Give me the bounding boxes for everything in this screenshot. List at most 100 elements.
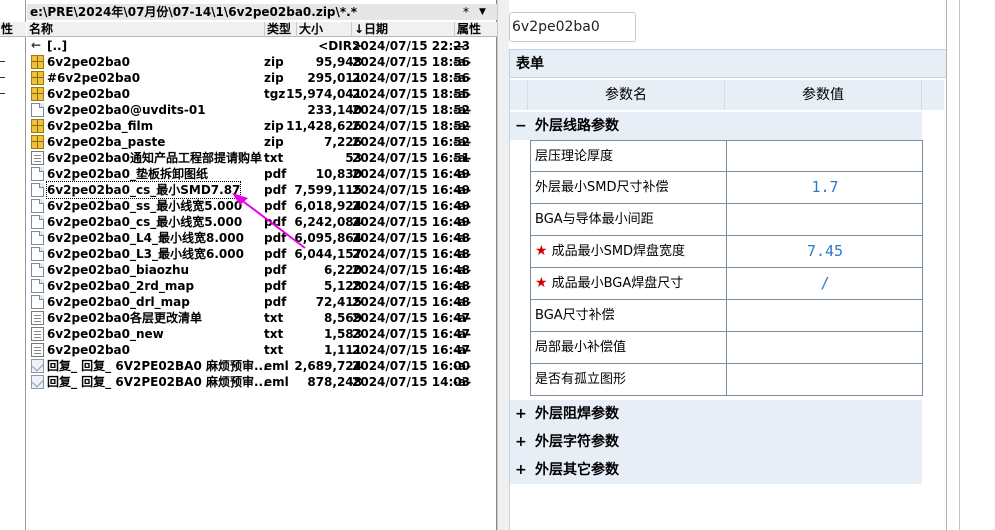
- param-row: BGA尺寸补偿: [530, 300, 923, 332]
- doc-icon: [31, 247, 44, 261]
- file-row[interactable]: 6v2pe02ba0_L4_最小线宽8.000 pdf 6,095,864 2024/…: [27, 230, 497, 246]
- doc-icon: [31, 103, 44, 117]
- header-selector-cell: [510, 80, 528, 110]
- file-row[interactable]: 6v2pe02ba0_ss_最小线宽5.000 pdf 6,018,924 2024/…: [27, 198, 497, 214]
- file-attr: -a-: [453, 199, 472, 213]
- file-name: 回复_ 回复_ 6V2PE02BA0 麻烦预审...: [47, 375, 268, 389]
- file-name: 6v2pe02ba0_L4_最小线宽8.000: [47, 231, 244, 245]
- doc-icon: [31, 263, 44, 277]
- column-header-size[interactable]: 大小: [297, 22, 352, 37]
- param-name: 局部最小补偿值: [535, 340, 627, 355]
- vertical-scrollbar[interactable]: [497, 0, 509, 530]
- zip-icon: [31, 87, 44, 101]
- file-row[interactable]: 回复_ 回复_ 6V2PE02BA0 麻烦预审... eml 2,689,724 20…: [27, 358, 497, 374]
- param-name: 是否有孤立图形: [535, 372, 627, 387]
- param-row: BGA与导体最小间距: [530, 204, 923, 236]
- file-size: 6,018,924: [294, 199, 362, 213]
- param-value-cell[interactable]: [727, 204, 923, 235]
- file-attr: -a-: [453, 119, 472, 133]
- file-row[interactable]: 6v2pe02ba_paste zip 7,226 2024/07/15 16:52-…: [27, 134, 497, 150]
- current-path: e:\PRE\2024年\07月份\07-14\1\6v2pe02ba0.zip…: [30, 5, 358, 19]
- param-value-cell[interactable]: [727, 364, 923, 395]
- left-pane-column-header[interactable]: 性: [0, 22, 26, 37]
- file-row[interactable]: 6v2pe02ba0 txt 1,111 2024/07/15 16:47 -a-: [27, 342, 497, 358]
- file-row[interactable]: 6v2pe02ba0_cs_最小SMD7.87 pdf 7,599,115 2024/…: [27, 181, 497, 199]
- header-param-value: 参数值: [725, 80, 922, 110]
- file-name: 6v2pe02ba0_ss_最小线宽5.000: [47, 199, 243, 213]
- file-attr: -a-: [453, 151, 472, 165]
- path-dropdown-icon[interactable]: ▼: [479, 4, 486, 20]
- file-attr: -a-: [453, 311, 472, 325]
- path-bar[interactable]: e:\PRE\2024年\07月份\07-14\1\6v2pe02ba0.zip…: [27, 4, 497, 20]
- file-size: 8,569: [324, 311, 362, 325]
- file-name: 6v2pe02ba0: [47, 343, 130, 357]
- column-header-type[interactable]: 类型: [265, 22, 297, 37]
- file-name: [..]: [47, 39, 68, 53]
- file-name: 6v2pe02ba0: [47, 55, 130, 69]
- file-row[interactable]: 6v2pe02ba0@uvdits-01 233,140 2024/07/15 18…: [27, 102, 497, 118]
- file-name: 6v2pe02ba0_biaozhu: [47, 263, 190, 277]
- file-row[interactable]: 6v2pe02ba0 zip 95,948 2024/07/15 18:56 -a-: [27, 54, 497, 70]
- collapse-icon[interactable]: −: [515, 112, 527, 140]
- param-value-cell[interactable]: [727, 332, 923, 363]
- column-header-name[interactable]: 名称: [27, 22, 265, 37]
- param-group-0[interactable]: − 外层线路参数: [510, 112, 922, 140]
- expand-icon[interactable]: +: [515, 400, 527, 428]
- up-icon: [31, 37, 44, 53]
- doc-icon: [31, 279, 44, 293]
- file-row[interactable]: 6v2pe02ba0_cs_最小线宽5.000 pdf 6,242,084 2024/…: [27, 214, 497, 230]
- zip-icon: [31, 71, 44, 85]
- file-row[interactable]: 6v2pe02ba0_L3_最小线宽6.000 pdf 6,044,157 2024/…: [27, 246, 497, 262]
- file-size: 6,044,157: [294, 247, 362, 261]
- form-table-header: 参数名 参数值: [510, 80, 946, 112]
- doc-icon: [31, 215, 44, 229]
- path-filter-star[interactable]: *: [463, 4, 469, 20]
- param-name-cell: BGA尺寸补偿: [531, 300, 727, 331]
- param-value-cell[interactable]: [727, 300, 923, 331]
- param-group-label: 外层阻焊参数: [535, 406, 619, 422]
- param-value-cell[interactable]: /: [727, 268, 923, 299]
- file-row[interactable]: 6v2pe02ba_film zip 11,428,626 2024/07/15 18…: [27, 118, 497, 134]
- file-panel: e:\PRE\2024年\07月份\07-14\1\6v2pe02ba0.zip…: [27, 0, 497, 530]
- name-input[interactable]: [509, 12, 636, 42]
- file-row[interactable]: 回复_ 回复_ 6V2PE02BA0 麻烦预审... eml 878,248 2024…: [27, 374, 497, 390]
- file-size: 15,974,041: [286, 87, 362, 101]
- param-name-cell: 局部最小补偿值: [531, 332, 727, 363]
- file-row[interactable]: 6v2pe02ba0_new txt 1,583 2024/07/15 16:47 -a…: [27, 326, 497, 342]
- file-row[interactable]: 6v2pe02ba0各层更改清单 txt 8,569 2024/07/15 16:47…: [27, 310, 497, 326]
- column-header-date[interactable]: ↓日期: [352, 22, 455, 37]
- param-group-2[interactable]: + 外层字符参数: [510, 428, 922, 456]
- param-value-cell[interactable]: [727, 141, 923, 172]
- param-value-cell[interactable]: 7.45: [727, 236, 923, 267]
- file-row[interactable]: 6v2pe02ba0_2rd_map pdf 5,128 2024/07/15 16:…: [27, 278, 497, 294]
- file-size: 6,220: [324, 263, 362, 277]
- zip-icon: [31, 135, 44, 149]
- file-name: 6v2pe02ba0_L3_最小线宽6.000: [47, 247, 244, 261]
- file-size: 2,689,724: [294, 359, 362, 373]
- expand-icon[interactable]: +: [515, 428, 527, 456]
- column-header-attr[interactable]: 属性: [455, 22, 497, 37]
- file-name: 6v2pe02ba0_drl_map: [47, 295, 190, 309]
- expand-icon[interactable]: +: [515, 456, 527, 484]
- param-name-cell: 外层最小SMD尺寸补偿: [531, 172, 727, 203]
- file-row[interactable]: 6v2pe02ba0_drl_map pdf 72,415 2024/07/15 16…: [27, 294, 497, 310]
- file-row[interactable]: 6v2pe02ba0_biaozhu pdf 6,220 2024/07/15 16:…: [27, 262, 497, 278]
- file-attr: -a-: [453, 359, 472, 373]
- file-row[interactable]: 6v2pe02ba0_垫板拆卸图纸 pdf 10,830 2024/07/15 16:…: [27, 166, 497, 182]
- param-value-cell[interactable]: 1.7: [727, 172, 923, 203]
- right-pane-edge: [946, 0, 995, 530]
- file-row[interactable]: #6v2pe02ba0 zip 295,011 2024/07/15 18:56 -a-: [27, 70, 497, 86]
- file-size: 1,111: [324, 343, 362, 357]
- file-size: 11,428,626: [286, 119, 362, 133]
- file-row[interactable]: 6v2pe02ba0通知产品工程部提请购单 txt 53 2024/07/15 16:…: [27, 150, 497, 166]
- param-group-3[interactable]: + 外层其它参数: [510, 456, 922, 484]
- doc-icon: [31, 183, 44, 197]
- param-group-1[interactable]: + 外层阻焊参数: [510, 400, 922, 428]
- file-row[interactable]: [..]<DIR>2024/07/15 22:23—: [27, 37, 497, 54]
- param-name-cell: ★ 成品最小SMD焊盘宽度: [531, 236, 727, 267]
- required-star-icon: ★: [535, 243, 548, 259]
- file-row[interactable]: 6v2pe02ba0 tgz 15,974,041 2024/07/15 18:55-…: [27, 86, 497, 102]
- file-attr: -a-: [453, 295, 472, 309]
- param-row: 层压理论厚度: [530, 140, 923, 172]
- file-name: 6v2pe02ba0@uvdits-01: [47, 103, 206, 117]
